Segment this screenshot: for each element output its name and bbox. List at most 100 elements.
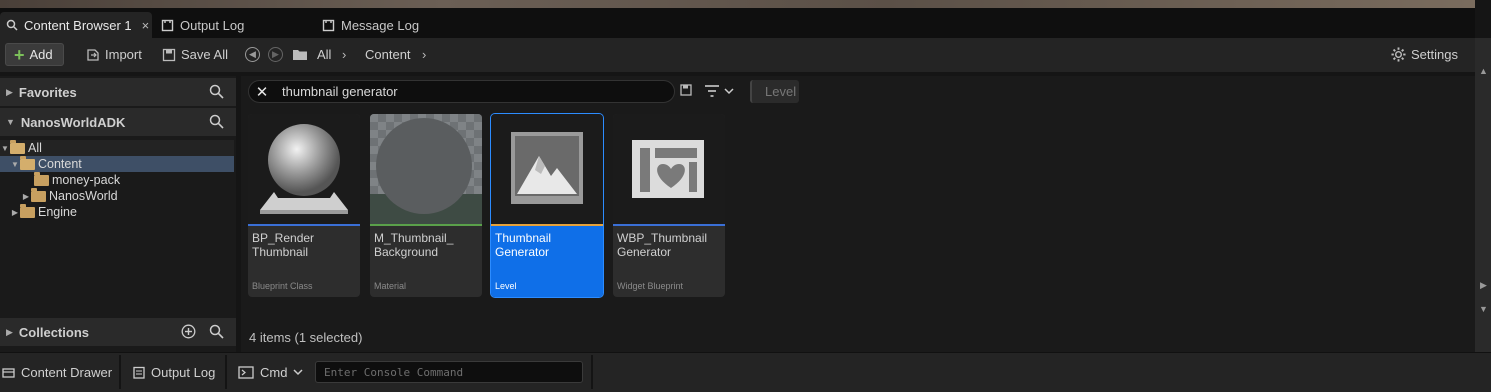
message-log-icon	[322, 19, 335, 31]
tree-item-label: NanosWorld	[49, 189, 118, 203]
breadcrumb-all[interactable]: All	[317, 43, 331, 66]
output-log-icon	[133, 366, 145, 379]
asset-tile[interactable]: BP_Render Thumbnail Blueprint Class	[248, 114, 360, 297]
add-button[interactable]: + Add	[5, 43, 64, 66]
asset-thumbnail	[613, 114, 725, 224]
add-label: Add	[29, 47, 53, 62]
save-search-icon[interactable]	[680, 84, 692, 96]
asset-type-bar	[370, 224, 482, 226]
tab-content-browser[interactable]: Content Browser 1 ×	[0, 12, 152, 38]
save-all-button[interactable]: Save All	[162, 43, 228, 66]
search-value: thumbnail generator	[282, 84, 398, 99]
asset-name: WBP_Thumbnail Generator	[617, 231, 708, 259]
collapse-arrow-icon: ▼	[6, 117, 15, 127]
collections-label: Collections	[18, 324, 89, 340]
content-browser-icon	[6, 19, 18, 31]
asset-type-bar	[491, 224, 603, 226]
close-icon[interactable]: ×	[142, 18, 150, 33]
console-placeholder: Enter Console Command	[324, 365, 464, 379]
asset-tile[interactable]: WBP_Thumbnail Generator Widget Blueprint	[613, 114, 725, 297]
asset-type: Material	[374, 281, 407, 291]
asset-tile[interactable]: M_Thumbnail_ Background Material	[370, 114, 482, 297]
tab-output-log[interactable]: Output Log	[155, 12, 305, 38]
asset-thumbnail	[248, 114, 360, 224]
panel-scrollbar[interactable]: ▲ ▶ ▼	[1475, 38, 1491, 352]
asset-tile[interactable]: Thumbnail Generator Level	[490, 113, 604, 298]
filter-icon	[705, 85, 719, 97]
save-all-label: Save All	[181, 47, 228, 62]
status-bar: Content Drawer Output Log Cmd Enter Cons…	[0, 352, 1491, 392]
import-icon	[87, 48, 99, 61]
expand-arrow-icon: ▶	[11, 207, 19, 217]
search-icon[interactable]	[209, 84, 224, 99]
add-collection-icon[interactable]	[181, 324, 196, 339]
toolbar: + Add Import Save All ◀ ▶ All › Content …	[0, 38, 1475, 72]
project-label: NanosWorldADK	[20, 114, 126, 130]
tab-label: Output Log	[180, 17, 245, 33]
history-back-button[interactable]: ◀	[245, 43, 260, 66]
chevron-right-icon[interactable]: ›	[422, 43, 426, 66]
tree-item-all[interactable]: ▼ All	[0, 139, 234, 156]
divider	[591, 355, 593, 389]
item-count-status: 4 items (1 selected)	[249, 330, 363, 345]
asset-type: Level	[495, 281, 517, 291]
project-header[interactable]: ▼ NanosWorldADK	[0, 108, 236, 136]
history-forward-button[interactable]: ▶	[268, 43, 283, 66]
folder-icon	[31, 187, 46, 202]
scroll-down-icon[interactable]: ▼	[1479, 304, 1488, 314]
collapse-arrow-icon: ▼	[1, 143, 9, 153]
tab-label: Content Browser 1	[24, 17, 132, 33]
output-log-button[interactable]: Output Log	[133, 360, 215, 384]
filter-chip-level[interactable]: Level	[750, 80, 799, 103]
level-icon	[511, 132, 583, 204]
clear-search-icon[interactable]: ✕	[252, 83, 272, 101]
console-command-input[interactable]: Enter Console Command	[315, 361, 583, 383]
asset-thumbnail	[491, 114, 603, 224]
tree-item-content[interactable]: ▼ Content	[0, 155, 234, 172]
breadcrumb-content[interactable]: Content	[365, 43, 411, 66]
plus-icon: +	[14, 44, 25, 65]
output-log-icon	[161, 19, 174, 31]
tree-item-money-pack[interactable]: money-pack	[0, 171, 234, 188]
asset-type: Blueprint Class	[252, 281, 313, 291]
folder-path-button[interactable]	[292, 43, 308, 66]
folder-open-icon	[20, 155, 35, 170]
filter-button[interactable]	[704, 84, 734, 98]
content-drawer-label: Content Drawer	[21, 364, 113, 380]
viewport-strip	[0, 0, 1475, 8]
settings-button[interactable]: Settings	[1391, 43, 1458, 66]
gear-icon	[1391, 47, 1406, 62]
tab-message-log[interactable]: Message Log	[316, 12, 476, 38]
collections-header[interactable]: ▶ Collections	[0, 318, 236, 346]
tree-item-label: Content	[38, 157, 82, 171]
content-drawer-button[interactable]: Content Drawer	[2, 360, 112, 384]
scroll-up-icon[interactable]: ▲	[1479, 66, 1488, 76]
search-icon[interactable]	[209, 324, 224, 339]
favorites-label: Favorites	[18, 84, 77, 100]
expand-arrow-icon: ▶	[22, 191, 30, 201]
import-button[interactable]: Import	[86, 43, 142, 66]
chevron-down-icon	[724, 88, 734, 95]
search-input[interactable]: ✕ thumbnail generator	[248, 80, 675, 103]
forward-arrow-icon: ▶	[268, 47, 283, 62]
tree-item-engine[interactable]: ▶ Engine	[0, 203, 234, 220]
collapse-arrow-icon: ▼	[11, 159, 19, 169]
output-log-label: Output Log	[151, 364, 216, 380]
import-label: Import	[105, 47, 142, 62]
folder-icon	[293, 50, 307, 60]
expand-arrow-icon: ▶	[6, 86, 13, 97]
asset-name: Thumbnail Generator	[495, 231, 552, 259]
search-icon[interactable]	[209, 114, 224, 129]
folder-icon	[20, 203, 35, 218]
tab-bar: Content Browser 1 × Output Log Message L…	[0, 8, 1475, 38]
chevron-right-icon[interactable]: ›	[342, 43, 346, 66]
asset-thumbnail	[370, 114, 482, 224]
asset-type: Widget Blueprint	[617, 281, 684, 291]
cmd-label: Cmd	[260, 364, 288, 380]
tree-item-label: Engine	[38, 205, 77, 219]
scroll-right-icon[interactable]: ▶	[1480, 280, 1487, 291]
cmd-dropdown[interactable]: Cmd	[238, 360, 303, 384]
save-icon	[162, 48, 176, 61]
tree-item-nanosworld[interactable]: ▶ NanosWorld	[0, 187, 234, 204]
favorites-header[interactable]: ▶ Favorites	[0, 78, 236, 106]
